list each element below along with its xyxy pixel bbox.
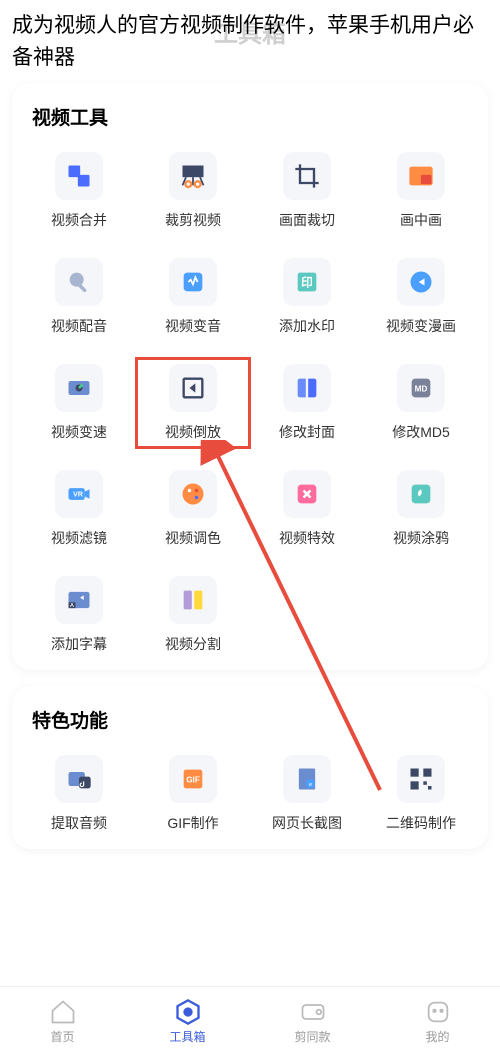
- special-features-grid: 提取音频 GIF GIF制作 e 网页长截图 二维码制作: [22, 749, 478, 839]
- svg-text:A: A: [70, 603, 74, 609]
- tool-label: 修改MD5: [392, 422, 450, 442]
- video-tools-card: 视频工具 视频合并裁剪视频画面裁切画中画视频配音视频变音印添加水印视频变漫画视频…: [12, 83, 488, 670]
- template-icon: [299, 998, 327, 1026]
- video-tools-title: 视频工具: [22, 103, 478, 130]
- header-description: 成为视频人的官方视频制作软件，苹果手机用户必备神器: [0, 0, 500, 83]
- tool-label: 视频变漫画: [386, 316, 456, 336]
- color-icon: [169, 470, 217, 518]
- content-area: 视频工具 视频合并裁剪视频画面裁切画中画视频配音视频变音印添加水印视频变漫画视频…: [0, 83, 500, 849]
- tool-label: GIF制作: [167, 813, 218, 833]
- tool-split[interactable]: 视频分割: [136, 570, 250, 660]
- tool-effect[interactable]: 视频特效: [250, 464, 364, 554]
- doodle-icon: [397, 470, 445, 518]
- tool-label: 视频分割: [165, 634, 221, 654]
- tool-label: 视频变速: [51, 422, 107, 442]
- md5-icon: MD: [397, 364, 445, 412]
- nav-home[interactable]: 首页: [0, 998, 125, 1045]
- tool-subtitle[interactable]: A 添加字幕: [22, 570, 136, 660]
- tool-mic[interactable]: 视频配音: [22, 252, 136, 342]
- subtitle-icon: A: [55, 576, 103, 624]
- svg-text:MD: MD: [415, 385, 428, 394]
- filter-icon: VR: [55, 470, 103, 518]
- tool-crop[interactable]: 画面裁切: [250, 146, 364, 236]
- nav-label: 我的: [425, 1028, 449, 1045]
- profile-icon: [424, 998, 452, 1026]
- tool-gif[interactable]: GIF GIF制作: [136, 749, 250, 839]
- tool-speed[interactable]: 视频变速: [22, 358, 136, 448]
- tool-label: 视频涂鸦: [393, 528, 449, 548]
- special-features-title: 特色功能: [22, 706, 478, 733]
- tool-voice[interactable]: 视频变音: [136, 252, 250, 342]
- tool-reverse[interactable]: 视频倒放: [136, 358, 250, 448]
- speed-icon: [55, 364, 103, 412]
- tool-watermark[interactable]: 印添加水印: [250, 252, 364, 342]
- tool-label: 画面裁切: [279, 210, 335, 230]
- tool-extract-audio[interactable]: 提取音频: [22, 749, 136, 839]
- tool-doodle[interactable]: 视频涂鸦: [364, 464, 478, 554]
- nav-label: 剪同款: [294, 1028, 330, 1045]
- toolbox-icon: [174, 998, 202, 1026]
- bottom-navigation: 首页 工具箱 剪同款 我的: [0, 986, 500, 1056]
- tool-label: 裁剪视频: [165, 210, 221, 230]
- tool-merge[interactable]: 视频合并: [22, 146, 136, 236]
- tool-md5[interactable]: MD 修改MD5: [364, 358, 478, 448]
- svg-text:VR: VR: [73, 491, 83, 498]
- tool-label: 视频配音: [51, 316, 107, 336]
- tool-color[interactable]: 视频调色: [136, 464, 250, 554]
- pip-icon: [397, 152, 445, 200]
- home-icon: [49, 998, 77, 1026]
- tool-label: 视频倒放: [165, 422, 221, 442]
- svg-text:e: e: [309, 782, 312, 788]
- tool-label: 提取音频: [51, 813, 107, 833]
- extract-audio-icon: [55, 755, 103, 803]
- tool-label: 视频滤镜: [51, 528, 107, 548]
- voice-icon: [169, 258, 217, 306]
- tool-label: 添加水印: [279, 316, 335, 336]
- tool-label: 添加字幕: [51, 634, 107, 654]
- tool-trim[interactable]: 裁剪视频: [136, 146, 250, 236]
- nav-profile[interactable]: 我的: [375, 998, 500, 1045]
- nav-label: 工具箱: [169, 1028, 205, 1045]
- nav-toolbox[interactable]: 工具箱: [125, 998, 250, 1045]
- tool-label: 二维码制作: [386, 813, 456, 833]
- video-tools-grid: 视频合并裁剪视频画面裁切画中画视频配音视频变音印添加水印视频变漫画视频变速视频倒…: [22, 146, 478, 660]
- cover-icon: [283, 364, 331, 412]
- tool-label: 画中画: [400, 210, 442, 230]
- comic-icon: [397, 258, 445, 306]
- reverse-icon: [169, 364, 217, 412]
- svg-text:印: 印: [301, 277, 313, 290]
- crop-icon: [283, 152, 331, 200]
- tool-label: 视频特效: [279, 528, 335, 548]
- nav-template[interactable]: 剪同款: [250, 998, 375, 1045]
- screenshot-icon: e: [283, 755, 331, 803]
- tool-filter[interactable]: VR 视频滤镜: [22, 464, 136, 554]
- special-features-card: 特色功能 提取音频 GIF GIF制作 e 网页长截图 二维码制作: [12, 686, 488, 849]
- tool-label: 视频合并: [51, 210, 107, 230]
- tool-label: 网页长截图: [272, 813, 342, 833]
- qrcode-icon: [397, 755, 445, 803]
- merge-icon: [55, 152, 103, 200]
- tool-comic[interactable]: 视频变漫画: [364, 252, 478, 342]
- gif-icon: GIF: [169, 755, 217, 803]
- trim-icon: [169, 152, 217, 200]
- tool-pip[interactable]: 画中画: [364, 146, 478, 236]
- tool-label: 修改封面: [279, 422, 335, 442]
- svg-text:GIF: GIF: [186, 776, 200, 785]
- tool-label: 视频调色: [165, 528, 221, 548]
- tool-qrcode[interactable]: 二维码制作: [364, 749, 478, 839]
- tool-label: 视频变音: [165, 316, 221, 336]
- tool-cover[interactable]: 修改封面: [250, 358, 364, 448]
- effect-icon: [283, 470, 331, 518]
- mic-icon: [55, 258, 103, 306]
- watermark-icon: 印: [283, 258, 331, 306]
- split-icon: [169, 576, 217, 624]
- tool-screenshot[interactable]: e 网页长截图: [250, 749, 364, 839]
- nav-label: 首页: [50, 1028, 74, 1045]
